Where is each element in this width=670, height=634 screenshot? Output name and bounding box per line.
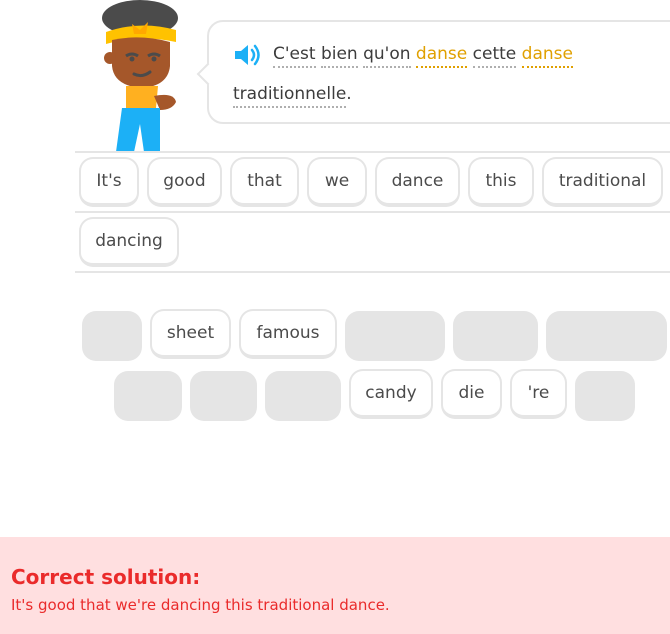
word-bank-empty-slot: [575, 371, 635, 421]
word-bank-empty-slot: [265, 371, 341, 421]
answer-line: [75, 151, 670, 153]
word-bank-chip[interactable]: 're: [510, 369, 567, 419]
prompt-word[interactable]: C'est: [273, 44, 316, 68]
prompt-punctuation: .: [346, 84, 352, 104]
feedback-title: Correct solution:: [11, 565, 201, 589]
prompt-word[interactable]: bien: [320, 44, 358, 68]
correct-solution-text: It's good that we're dancing this tradit…: [11, 596, 390, 614]
word-bank-empty-slot: [453, 311, 538, 361]
word-bank-chip[interactable]: die: [441, 369, 502, 419]
word-bank-empty-slot: [114, 371, 182, 421]
answer-word-chip[interactable]: that: [230, 157, 299, 207]
speaker-icon[interactable]: [233, 42, 263, 68]
answer-word-chip[interactable]: It's: [79, 157, 139, 207]
answer-word-chip[interactable]: good: [147, 157, 222, 207]
answer-word-chip[interactable]: dancing: [79, 217, 179, 267]
word-bank-empty-slot: [190, 371, 257, 421]
feedback-panel: Correct solution: It's good that we're d…: [0, 537, 670, 634]
word-bank-chip[interactable]: candy: [349, 369, 433, 419]
word-bank-empty-slot: [345, 311, 445, 361]
prompt-word-highlighted[interactable]: danse: [415, 44, 468, 68]
exercise-screen: C'est bien qu'on danse cette danse tradi…: [0, 0, 670, 634]
answer-word-chip[interactable]: dance: [375, 157, 460, 207]
answer-word-chip[interactable]: we: [307, 157, 367, 207]
speech-bubble: C'est bien qu'on danse cette danse tradi…: [196, 20, 670, 124]
prompt-word[interactable]: traditionnelle: [233, 84, 347, 108]
prompt-sentence-line2: traditionnelle.: [233, 84, 352, 108]
word-bank-chip[interactable]: famous: [239, 309, 337, 359]
character-illustration: [102, 0, 178, 152]
answer-line: [75, 211, 670, 213]
word-bank-empty-slot: [546, 311, 667, 361]
prompt-sentence-line1: C'est bien qu'on danse cette danse: [273, 44, 573, 68]
prompt-word[interactable]: qu'on: [363, 44, 411, 68]
prompt-word[interactable]: cette: [472, 44, 517, 68]
answer-word-chip[interactable]: this: [468, 157, 534, 207]
speech-bubble-tail: [196, 62, 220, 86]
answer-line: [75, 271, 670, 273]
word-bank-empty-slot: [82, 311, 142, 361]
word-bank-chip[interactable]: sheet: [150, 309, 231, 359]
prompt-word-highlighted[interactable]: danse: [521, 44, 573, 68]
answer-word-chip[interactable]: traditional: [542, 157, 663, 207]
